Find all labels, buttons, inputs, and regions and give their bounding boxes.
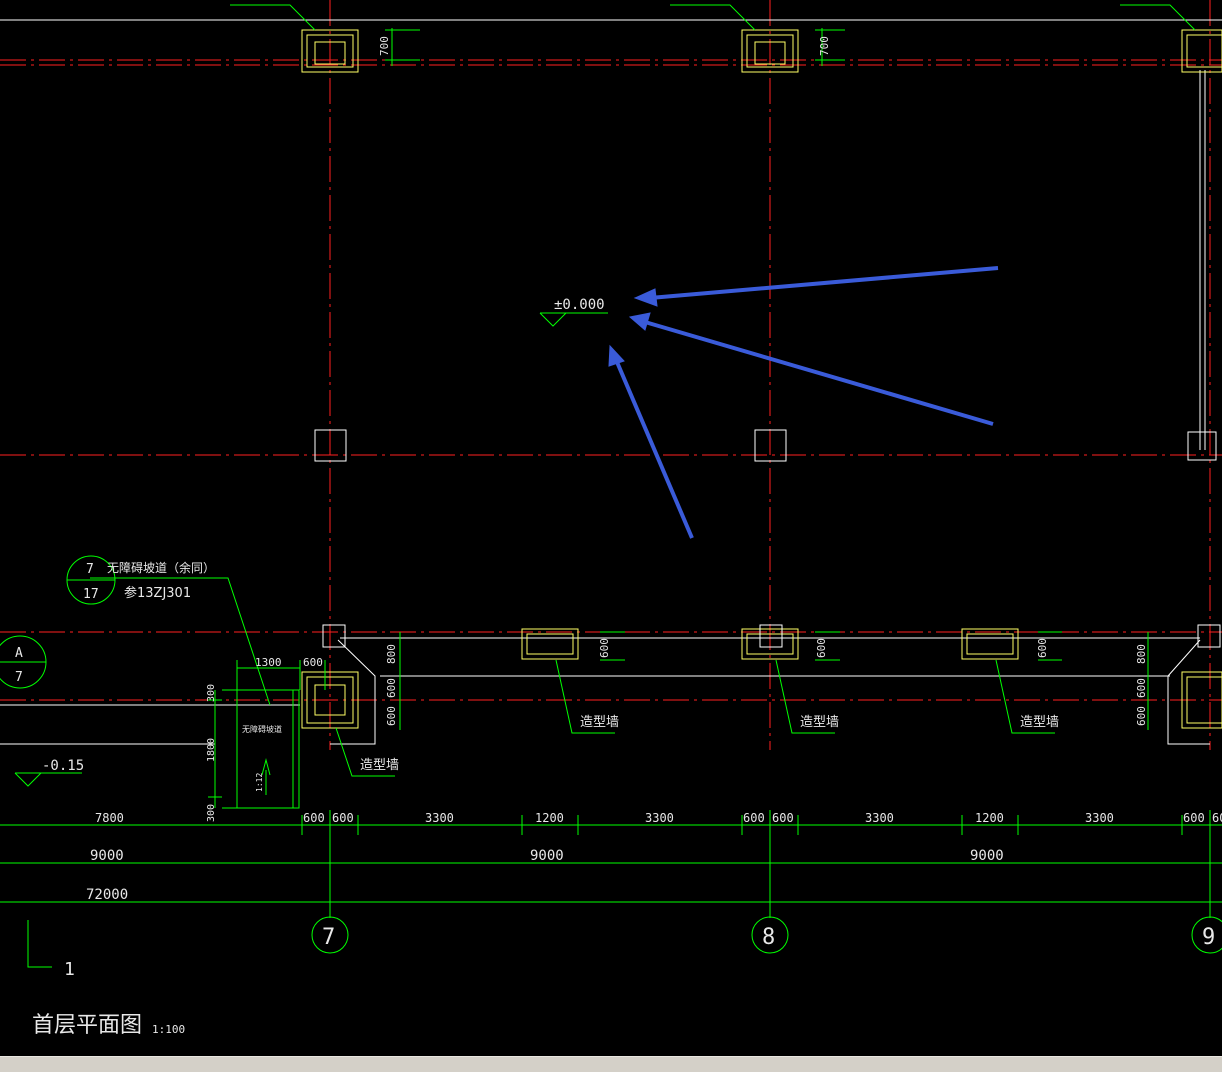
drawing-scale: 1:100 [152,1023,185,1036]
dim-total: 72000 [86,887,128,903]
ramp-width-2: 600 [303,656,323,669]
dim1-9: 3300 [865,811,894,825]
bay-dim-3: 600 [1036,638,1049,658]
bay-dim-9: 600 [1135,678,1148,698]
dim1-3: 600 [332,811,354,825]
note-sheet: 17 [83,587,99,602]
status-bar [0,1056,1222,1072]
note-number: 7 [86,562,94,577]
wall-label-1: 造型墙 [580,715,619,730]
dim1-6: 3300 [645,811,674,825]
bay-dim-5: 800 [385,644,398,664]
dim2-3: 9000 [970,848,1004,864]
drawing-title: 首层平面图 [32,1013,142,1038]
wall-label-4: 造型墙 [360,758,399,773]
dim2-1: 9000 [90,848,124,864]
dim1-5: 1200 [535,811,564,825]
ramp-slope: 1:12 [255,773,264,792]
axis-label-9: 9 [1202,925,1215,950]
bay-dim-8: 800 [1135,644,1148,664]
section-letter: A [15,646,23,661]
axis-label-8: 8 [762,925,775,950]
ramp-label: 无障碍坡道 [242,724,282,734]
bay-dim-2: 600 [815,638,828,658]
elevation-low: -0.15 [42,758,84,774]
annotation-arrows [608,266,999,539]
axis-label-7: 7 [322,925,335,950]
bay-dim-1: 600 [598,638,611,658]
dim1-1: 7800 [95,811,124,825]
bay-dim-6: 600 [385,678,398,698]
dim2-2: 9000 [530,848,564,864]
wall-label-2: 造型墙 [800,715,839,730]
elevation-main: ±0.000 [554,297,605,313]
dim1-12: 600 [1183,811,1205,825]
bay-dim-4: 600 [385,706,398,726]
view-number: 1 [64,959,75,980]
column-squares [314,429,1221,648]
columns [301,29,1222,729]
note-text: 无障碍坡道（余同） [107,560,215,575]
dim1-10: 1200 [975,811,1004,825]
dim-top-1: 700 [378,36,391,56]
ramp-height-2: 1800 [206,738,217,762]
dim1-2: 600 [303,811,325,825]
wall-label-3: 造型墙 [1020,715,1059,730]
ramp-width-1: 1300 [255,656,282,669]
cad-drawing-area[interactable]: 700 700 600 600 600 600 800 600 600 800 … [0,0,1222,1056]
dim1-7: 600 [743,811,765,825]
dim1-11: 3300 [1085,811,1114,825]
dimension-lines [0,810,1222,918]
bay-dim-7: 600 [1135,706,1148,726]
ramp-height-3: 300 [206,804,217,822]
section-sheet: 7 [15,670,23,685]
elevation-symbols [14,312,608,787]
floor-plan-drawing[interactable]: 700 700 600 600 600 600 800 600 600 800 … [0,0,1222,1056]
dim-top-2: 700 [818,36,831,56]
dim1-4: 3300 [425,811,454,825]
note-symbols [0,555,116,689]
ramp-height-1: 300 [206,684,217,702]
view-bracket [27,920,52,968]
dim1-8: 600 [772,811,794,825]
note-reference: 参13ZJ301 [124,585,191,601]
dim1-13: 600 [1212,811,1222,825]
walls [0,19,1222,745]
